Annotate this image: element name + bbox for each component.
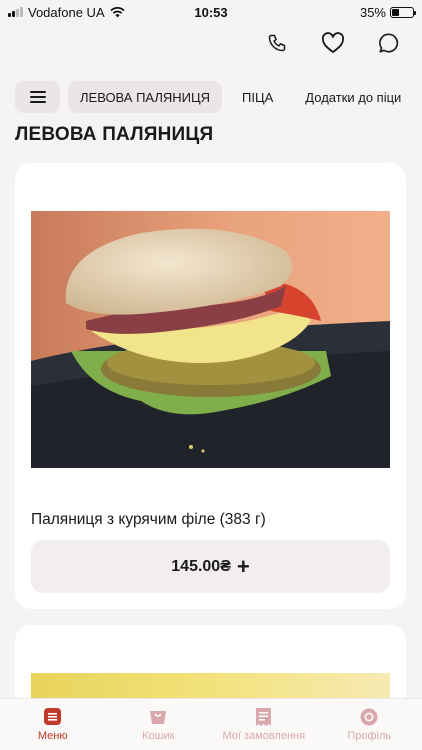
- status-bar: Vodafone UA 10:53 35%: [0, 0, 422, 24]
- category-tab-lviv-palianytsia[interactable]: ЛЕВОВА ПАЛЯНИЦЯ: [68, 81, 223, 113]
- hamburger-icon: [29, 91, 46, 103]
- tab-profile[interactable]: Профіль: [317, 699, 422, 750]
- tab-label: Мої замовлення: [222, 729, 306, 742]
- tab-label: Профіль: [347, 729, 392, 742]
- profile-icon: [360, 708, 378, 726]
- product-card[interactable]: Паляниця з курячим філе (383 г) 145.00₴ …: [15, 163, 406, 609]
- tab-label: Кошик: [142, 729, 175, 742]
- hamburger-menu-button[interactable]: [15, 81, 60, 113]
- battery-percent: 35%: [359, 4, 386, 20]
- phone-icon[interactable]: [264, 30, 290, 56]
- category-tab-pizza[interactable]: ПІЦА: [230, 81, 285, 113]
- top-actions: [264, 30, 402, 56]
- status-right: 35%: [359, 4, 416, 20]
- status-time: 10:53: [194, 4, 228, 20]
- tab-label: Меню: [37, 729, 68, 742]
- tab-menu[interactable]: Меню: [0, 699, 106, 750]
- tab-cart[interactable]: Кошик: [106, 699, 212, 750]
- menu-icon: [44, 708, 62, 726]
- add-to-cart-button[interactable]: 145.00₴ +: [31, 540, 390, 593]
- heart-icon[interactable]: [320, 30, 346, 56]
- chat-icon[interactable]: [376, 30, 402, 56]
- orders-icon: [255, 707, 273, 726]
- plus-icon: +: [236, 553, 250, 579]
- bottom-tab-bar: Меню Кошик Мої замовлення Профіль: [0, 698, 422, 750]
- battery-fill: [392, 8, 399, 16]
- section-title: ЛЕВОВА ПАЛЯНИЦЯ: [15, 124, 214, 145]
- product-price: 145.00₴: [171, 557, 231, 575]
- product-image[interactable]: [31, 211, 390, 468]
- battery-icon: [390, 6, 416, 18]
- product-name: Паляниця з курячим філе (383 г): [31, 511, 266, 528]
- category-tab-pizza-addons[interactable]: Додатки до піци: [293, 81, 413, 113]
- category-bar: ЛЕВОВА ПАЛЯНИЦЯ ПІЦА Додатки до піци: [15, 81, 422, 113]
- tab-orders[interactable]: Мої замовлення: [211, 699, 317, 750]
- cart-icon: [149, 708, 167, 726]
